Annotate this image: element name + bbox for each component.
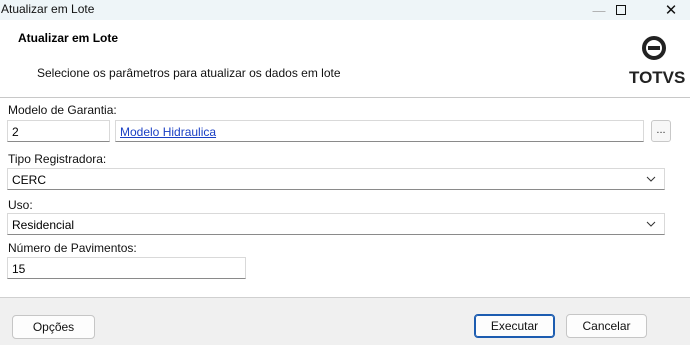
- close-button[interactable]: ✕: [648, 0, 690, 20]
- modelo-garantia-label: Modelo de Garantia:: [8, 103, 117, 117]
- title-bar: Atualizar em Lote — ✕: [0, 0, 690, 20]
- modelo-garantia-link[interactable]: Modelo Hidraulica: [120, 125, 216, 139]
- close-icon: ✕: [664, 2, 678, 19]
- modelo-garantia-code-field[interactable]: 2: [7, 120, 110, 142]
- numero-pavimentos-field[interactable]: 15: [7, 257, 246, 279]
- tipo-registradora-select[interactable]: CERC: [7, 168, 665, 190]
- totvs-logo: TOTVS: [629, 34, 686, 94]
- chevron-down-icon: [646, 176, 656, 182]
- tipo-registradora-value: CERC: [12, 173, 47, 187]
- chevron-down-icon: [646, 221, 656, 227]
- uso-label: Uso:: [8, 198, 33, 212]
- options-button[interactable]: Opções: [12, 315, 95, 339]
- dialog-footer: Opções Executar Cancelar: [0, 297, 690, 345]
- execute-button[interactable]: Executar: [474, 314, 555, 338]
- form-area: Modelo de Garantia: 2 Modelo Hidraulica …: [0, 98, 690, 297]
- dialog-title: Atualizar em Lote: [18, 31, 119, 45]
- numero-pavimentos-label: Número de Pavimentos:: [8, 241, 137, 255]
- dialog-description: Selecione os parâmetros para atualizar o…: [37, 66, 341, 80]
- maximize-button[interactable]: [598, 0, 644, 20]
- dialog-header: Atualizar em Lote Selecione os parâmetro…: [0, 20, 690, 97]
- uso-select[interactable]: Residencial: [7, 213, 665, 235]
- browse-modelo-button[interactable]: ...: [651, 120, 671, 142]
- logo-text: TOTVS: [629, 68, 686, 87]
- uso-value: Residencial: [12, 218, 75, 232]
- totvs-logo-icon: [642, 36, 666, 60]
- tipo-registradora-label: Tipo Registradora:: [8, 152, 107, 166]
- modelo-garantia-description-field[interactable]: Modelo Hidraulica: [115, 120, 644, 142]
- cancel-button[interactable]: Cancelar: [566, 314, 647, 338]
- maximize-icon: [616, 5, 626, 15]
- window-title: Atualizar em Lote: [1, 2, 95, 16]
